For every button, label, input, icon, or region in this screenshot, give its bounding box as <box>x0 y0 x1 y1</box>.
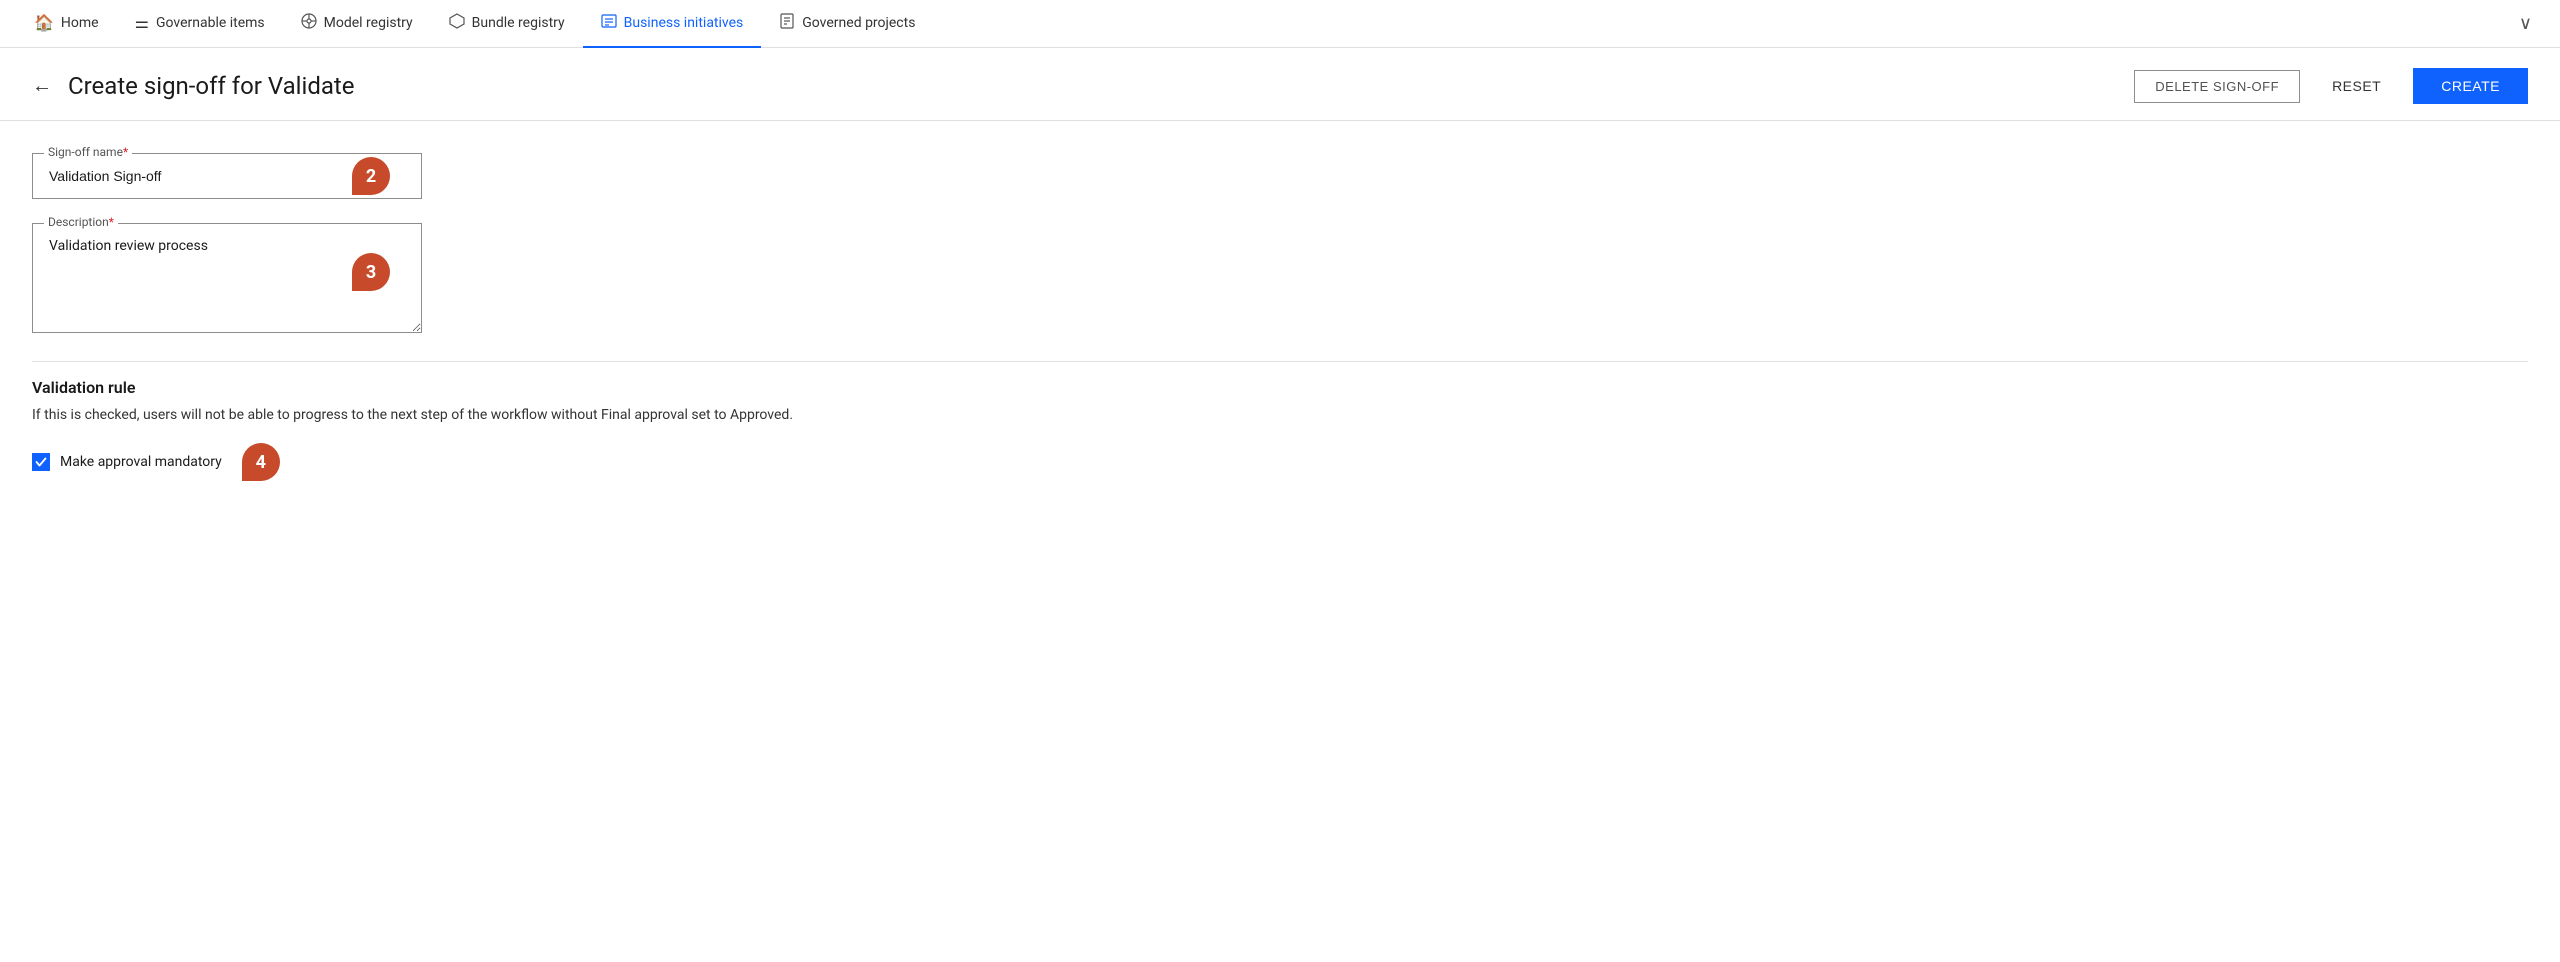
nav-label-business-initiatives: Business initiatives <box>624 15 744 31</box>
page-title: Create sign-off for Validate <box>68 72 355 100</box>
description-field-group: Description* Validation review process 3 <box>32 223 2528 337</box>
model-registry-icon <box>301 13 317 33</box>
bundle-registry-icon <box>449 13 465 33</box>
back-button[interactable]: ← <box>32 75 52 98</box>
nav-item-governable-items[interactable]: ⚌ Governable items <box>117 0 283 48</box>
nav-label-home: Home <box>61 15 99 31</box>
page-header-left: ← Create sign-off for Validate <box>32 72 355 100</box>
nav-label-model-registry: Model registry <box>324 15 413 31</box>
make-approval-mandatory-checkbox[interactable] <box>32 453 50 471</box>
signoff-name-required: * <box>123 145 128 159</box>
nav-item-governed-projects[interactable]: Governed projects <box>761 0 933 48</box>
top-navigation: 🏠 Home ⚌ Governable items Model registry… <box>0 0 2560 48</box>
nav-label-governable-items: Governable items <box>156 15 265 31</box>
description-textarea-wrapper: Description* Validation review process 3 <box>32 223 422 337</box>
validation-rule-description: If this is checked, users will not be ab… <box>32 407 2528 423</box>
page-header: ← Create sign-off for Validate DELETE SI… <box>0 48 2560 121</box>
nav-item-bundle-registry[interactable]: Bundle registry <box>431 0 583 48</box>
nav-chevron-icon[interactable]: ∨ <box>2507 13 2544 34</box>
home-icon: 🏠 <box>34 13 54 32</box>
signoff-name-label: Sign-off name* <box>44 145 132 159</box>
description-label: Description* <box>44 215 118 229</box>
validation-rule-title: Validation rule <box>32 378 2528 397</box>
signoff-name-badge: 2 <box>352 157 390 195</box>
nav-item-model-registry[interactable]: Model registry <box>283 0 431 48</box>
reset-button[interactable]: RESET <box>2312 70 2401 102</box>
signoff-name-field-group: Sign-off name* 2 <box>32 153 2528 199</box>
checkbox-badge: 4 <box>242 443 280 481</box>
description-required: * <box>109 215 114 229</box>
description-badge: 3 <box>352 253 390 291</box>
nav-label-governed-projects: Governed projects <box>802 15 915 31</box>
nav-item-business-initiatives[interactable]: Business initiatives <box>583 0 762 48</box>
signoff-name-input-wrapper: Sign-off name* 2 <box>32 153 422 199</box>
delete-signoff-button[interactable]: DELETE SIGN-OFF <box>2134 70 2300 103</box>
create-button[interactable]: CREATE <box>2413 68 2528 104</box>
nav-item-home[interactable]: 🏠 Home <box>16 0 117 48</box>
make-approval-mandatory-label: Make approval mandatory <box>60 454 222 470</box>
nav-label-bundle-registry: Bundle registry <box>472 15 565 31</box>
business-initiatives-icon <box>601 13 617 33</box>
make-approval-mandatory-row: Make approval mandatory 4 <box>32 443 2528 481</box>
governable-items-icon: ⚌ <box>135 13 149 32</box>
main-content: Sign-off name* 2 Description* Validation… <box>0 121 2560 513</box>
governed-projects-icon <box>779 13 795 33</box>
section-divider <box>32 361 2528 362</box>
page-header-actions: DELETE SIGN-OFF RESET CREATE <box>2134 68 2528 104</box>
